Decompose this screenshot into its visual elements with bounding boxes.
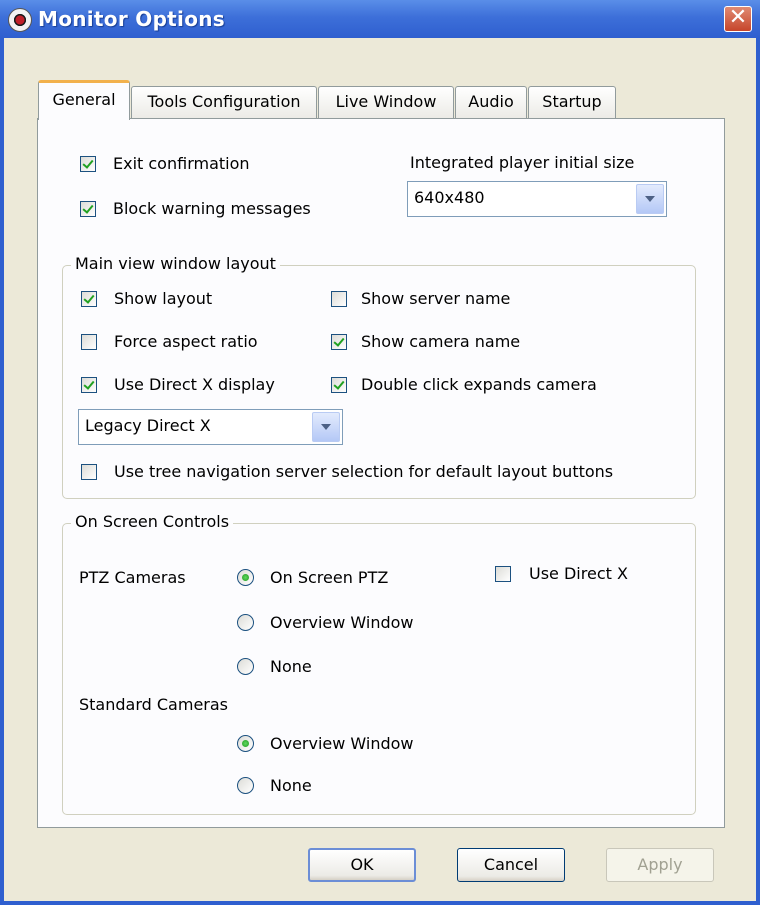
standard-none-label[interactable]: None — [270, 776, 312, 795]
chevron-down-icon — [645, 196, 655, 202]
apply-button[interactable]: Apply — [606, 848, 714, 882]
block-warning-checkbox[interactable] — [80, 201, 96, 217]
use-directx-checkbox[interactable] — [495, 566, 511, 582]
tab-startup[interactable]: Startup — [528, 86, 616, 118]
ptz-overview-label[interactable]: Overview Window — [270, 613, 414, 632]
player-size-value: 640x480 — [414, 188, 485, 207]
tab-panel-general: Exit confirmation Block warning messages… — [37, 118, 725, 828]
main-view-layout-group: Main view window layout Show layout Show… — [62, 254, 696, 499]
ptz-on-screen-label[interactable]: On Screen PTZ — [270, 568, 388, 587]
tab-live-window[interactable]: Live Window — [318, 86, 454, 118]
camera-eye-icon — [8, 8, 32, 32]
ptz-on-screen-radio[interactable] — [237, 569, 254, 586]
cancel-button[interactable]: Cancel — [457, 848, 565, 882]
on-screen-controls-legend: On Screen Controls — [71, 512, 234, 531]
tab-tools-configuration[interactable]: Tools Configuration — [131, 86, 317, 118]
main-view-layout-legend: Main view window layout — [71, 254, 280, 273]
tab-general[interactable]: General — [38, 80, 130, 120]
show-layout-label[interactable]: Show layout — [114, 289, 212, 308]
tree-navigation-label[interactable]: Use tree navigation server selection for… — [114, 462, 613, 481]
window-title: Monitor Options — [38, 7, 225, 31]
force-aspect-label[interactable]: Force aspect ratio — [114, 332, 258, 351]
show-camera-name-label[interactable]: Show camera name — [361, 332, 520, 351]
chevron-down-icon — [321, 424, 331, 430]
use-directx-display-checkbox[interactable] — [81, 377, 97, 393]
ptz-none-label[interactable]: None — [270, 657, 312, 676]
player-size-label: Integrated player initial size — [410, 153, 635, 172]
show-server-name-checkbox[interactable] — [331, 291, 347, 307]
show-camera-name-checkbox[interactable] — [331, 334, 347, 350]
ptz-overview-radio[interactable] — [237, 614, 254, 631]
ptz-cameras-label: PTZ Cameras — [79, 568, 186, 587]
on-screen-controls-group: On Screen Controls PTZ Cameras On Screen… — [62, 512, 696, 815]
title-bar[interactable]: Monitor Options ✕ — [0, 0, 760, 38]
ok-button[interactable]: OK — [308, 848, 416, 882]
use-directx-display-label[interactable]: Use Direct X display — [114, 375, 275, 394]
close-button[interactable]: ✕ — [724, 6, 752, 32]
standard-overview-label[interactable]: Overview Window — [270, 734, 414, 753]
player-size-dropdown[interactable]: 640x480 — [407, 181, 667, 217]
directx-mode-value: Legacy Direct X — [85, 416, 211, 435]
standard-overview-radio[interactable] — [237, 735, 254, 752]
tab-audio[interactable]: Audio — [455, 86, 527, 118]
ptz-none-radio[interactable] — [237, 658, 254, 675]
directx-mode-dropdown[interactable]: Legacy Direct X — [78, 409, 343, 445]
double-click-expands-checkbox[interactable] — [331, 377, 347, 393]
exit-confirmation-label[interactable]: Exit confirmation — [113, 154, 250, 173]
force-aspect-checkbox[interactable] — [81, 334, 97, 350]
standard-cameras-label: Standard Cameras — [79, 695, 228, 714]
player-size-dropdown-button[interactable] — [636, 184, 664, 214]
exit-confirmation-checkbox[interactable] — [80, 156, 96, 172]
use-directx-label[interactable]: Use Direct X — [529, 564, 628, 583]
standard-none-radio[interactable] — [237, 777, 254, 794]
show-server-name-label[interactable]: Show server name — [361, 289, 510, 308]
block-warning-label[interactable]: Block warning messages — [113, 199, 311, 218]
directx-mode-dropdown-button[interactable] — [312, 412, 340, 442]
double-click-expands-label[interactable]: Double click expands camera — [361, 375, 597, 394]
tree-navigation-checkbox[interactable] — [81, 464, 97, 480]
show-layout-checkbox[interactable] — [81, 291, 97, 307]
